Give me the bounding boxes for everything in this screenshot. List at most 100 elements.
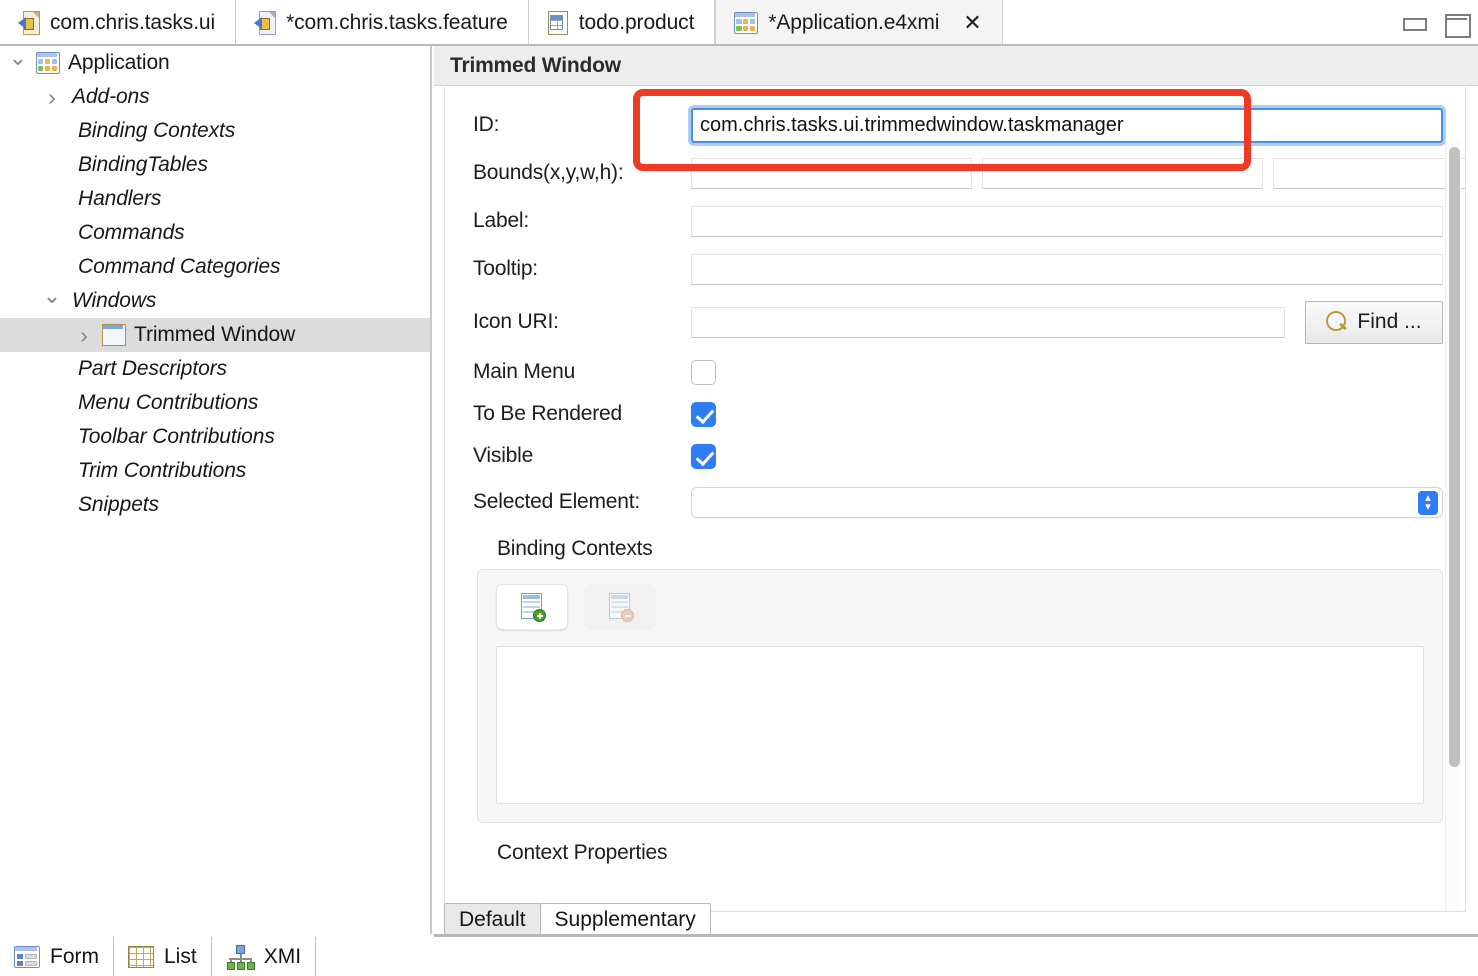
tab-default[interactable]: Default: [444, 903, 541, 936]
maximize-view-icon[interactable]: [1442, 12, 1471, 38]
tree-item-label: Windows: [72, 289, 157, 312]
tab-supplementary[interactable]: Supplementary: [539, 903, 711, 936]
tooltip-input[interactable]: [691, 253, 1443, 285]
form-header: Trimmed Window: [434, 46, 1478, 86]
editor-tab-label: *Application.e4xmi: [768, 11, 940, 34]
id-input[interactable]: [691, 107, 1443, 143]
tree-item-windows[interactable]: Windows: [0, 284, 430, 318]
section-tab-bar: Default Supplementary: [444, 903, 1478, 936]
editor-tab-com-chris-tasks-ui[interactable]: com.chris.tasks.ui: [0, 0, 237, 46]
bounds-w-input[interactable]: [1273, 157, 1465, 189]
icon-uri-input[interactable]: [691, 306, 1285, 338]
chevron-right-icon[interactable]: [72, 324, 96, 347]
bounds-y-input[interactable]: [982, 157, 1263, 189]
tree-item-bindingtables[interactable]: BindingTables: [0, 148, 430, 182]
page-title: Trimmed Window: [450, 53, 621, 77]
form-row-main-menu: Main Menu: [445, 351, 1465, 393]
form-row-visible: Visible: [445, 435, 1465, 477]
editor-tab-label: todo.product: [578, 11, 695, 34]
label-input[interactable]: [691, 205, 1443, 237]
bounds-x-input[interactable]: [691, 157, 972, 189]
tree-item-label: Menu Contributions: [78, 391, 259, 414]
add-binding-context-button[interactable]: [496, 584, 568, 630]
form-row-icon-uri: Icon URI: Find ...: [445, 293, 1465, 351]
chevron-down-icon[interactable]: [6, 52, 30, 74]
chevron-right-icon[interactable]: [40, 86, 64, 109]
form-row-label: Label:: [445, 197, 1465, 245]
trimmed-window-icon: [102, 324, 126, 346]
tab-list[interactable]: List: [114, 937, 212, 976]
form-view-icon: [14, 945, 40, 968]
tree-item-label: Handlers: [78, 187, 162, 210]
remove-binding-context-button[interactable]: [584, 584, 656, 630]
tree-item-label: Binding Contexts: [78, 119, 236, 142]
tab-form[interactable]: Form: [0, 937, 114, 976]
list-view-icon: [128, 945, 154, 968]
tree-item-handlers[interactable]: Handlers: [0, 182, 430, 216]
tree-item-label: Command Categories: [78, 255, 281, 278]
binding-contexts-list[interactable]: [496, 646, 1424, 804]
tree-item-label: Commands: [78, 221, 185, 244]
tab-label: Default: [459, 908, 526, 931]
binding-contexts-toolbar: [496, 584, 1424, 630]
tree-item-part-descriptors[interactable]: Part Descriptors: [0, 352, 430, 386]
tab-xmi[interactable]: XMI: [212, 937, 317, 976]
chevron-up-down-icon[interactable]: ▴ ▾: [1418, 490, 1438, 515]
tree-item-commands[interactable]: Commands: [0, 216, 430, 250]
tree-item-snippets[interactable]: Snippets: [0, 488, 430, 522]
bounds-label: Bounds(x,y,w,h):: [473, 161, 624, 184]
form-scrollbar-track[interactable]: [1445, 139, 1461, 911]
tree-item-add-ons[interactable]: Add-ons: [0, 80, 430, 114]
tab-label: XMI: [263, 944, 302, 968]
editor-tab-application-e4xmi[interactable]: *Application.e4xmi ✕: [715, 0, 1003, 46]
properties-form-panel: Trimmed Window ID: Bounds(x,y,w,h): Labe…: [434, 46, 1478, 934]
context-properties-group-title: Context Properties: [497, 841, 668, 864]
tooltip-label: Tooltip:: [473, 257, 538, 280]
form-row-bounds: Bounds(x,y,w,h):: [445, 149, 1465, 197]
to-be-rendered-checkbox[interactable]: [691, 401, 716, 427]
tree-item-trimmed-window[interactable]: Trimmed Window: [0, 318, 430, 352]
tree-item-command-categories[interactable]: Command Categories: [0, 250, 430, 284]
find-button[interactable]: Find ...: [1305, 300, 1443, 344]
visible-checkbox[interactable]: [691, 443, 716, 469]
tree-item-menu-contributions[interactable]: Menu Contributions: [0, 386, 430, 420]
remove-binding-context-icon: [607, 593, 634, 622]
editor-tab-com-chris-tasks-feature[interactable]: *com.chris.tasks.feature: [236, 0, 529, 46]
plugin-icon: [18, 11, 40, 35]
form-scrollbar-thumb[interactable]: [1449, 147, 1460, 767]
editor-tab-label: com.chris.tasks.ui: [50, 11, 216, 34]
tree-item-trim-contributions[interactable]: Trim Contributions: [0, 454, 430, 488]
tree-item-toolbar-contributions[interactable]: Toolbar Contributions: [0, 420, 430, 454]
tree-item-label: Add-ons: [72, 85, 150, 108]
icon-uri-label: Icon URI:: [473, 310, 559, 333]
minimize-view-icon[interactable]: [1400, 12, 1427, 34]
tree-item-label: Trimmed Window: [134, 323, 296, 346]
close-icon[interactable]: ✕: [963, 12, 981, 34]
main-menu-checkbox[interactable]: [691, 359, 716, 385]
tree-item-binding-contexts[interactable]: Binding Contexts: [0, 114, 430, 148]
editor-tab-todo-product[interactable]: todo.product: [528, 0, 716, 46]
tree-item-label: Snippets: [78, 493, 159, 516]
model-tree-panel[interactable]: Application Add-ons Binding Contexts Bin…: [0, 46, 432, 934]
chevron-down-icon[interactable]: [40, 290, 64, 312]
tab-label: Supplementary: [554, 908, 696, 931]
tree-item-label: Toolbar Contributions: [78, 425, 275, 448]
editor-tab-bar: com.chris.tasks.ui *com.chris.tasks.feat…: [0, 0, 1478, 46]
product-icon: [547, 11, 569, 35]
tree-item-label: Application: [68, 51, 170, 74]
form-row-tooltip: Tooltip:: [445, 245, 1465, 293]
form-body: ID: Bounds(x,y,w,h): Label: Tooltip: Ico…: [444, 87, 1466, 912]
tab-label: Form: [50, 944, 99, 968]
visible-label: Visible: [473, 444, 534, 467]
feature-icon: [254, 11, 277, 35]
to-be-rendered-label: To Be Rendered: [473, 402, 622, 425]
id-label: ID:: [473, 113, 500, 136]
application-model-icon: [734, 12, 759, 34]
selected-element-combobox[interactable]: ▴ ▾: [691, 486, 1443, 518]
form-row-id: ID:: [445, 101, 1465, 149]
tree-item-label: BindingTables: [78, 153, 208, 176]
tree-item-application[interactable]: Application: [0, 46, 430, 80]
tab-label: List: [164, 944, 197, 968]
xmi-tree-icon: [226, 944, 255, 970]
find-button-label: Find ...: [1357, 310, 1422, 333]
